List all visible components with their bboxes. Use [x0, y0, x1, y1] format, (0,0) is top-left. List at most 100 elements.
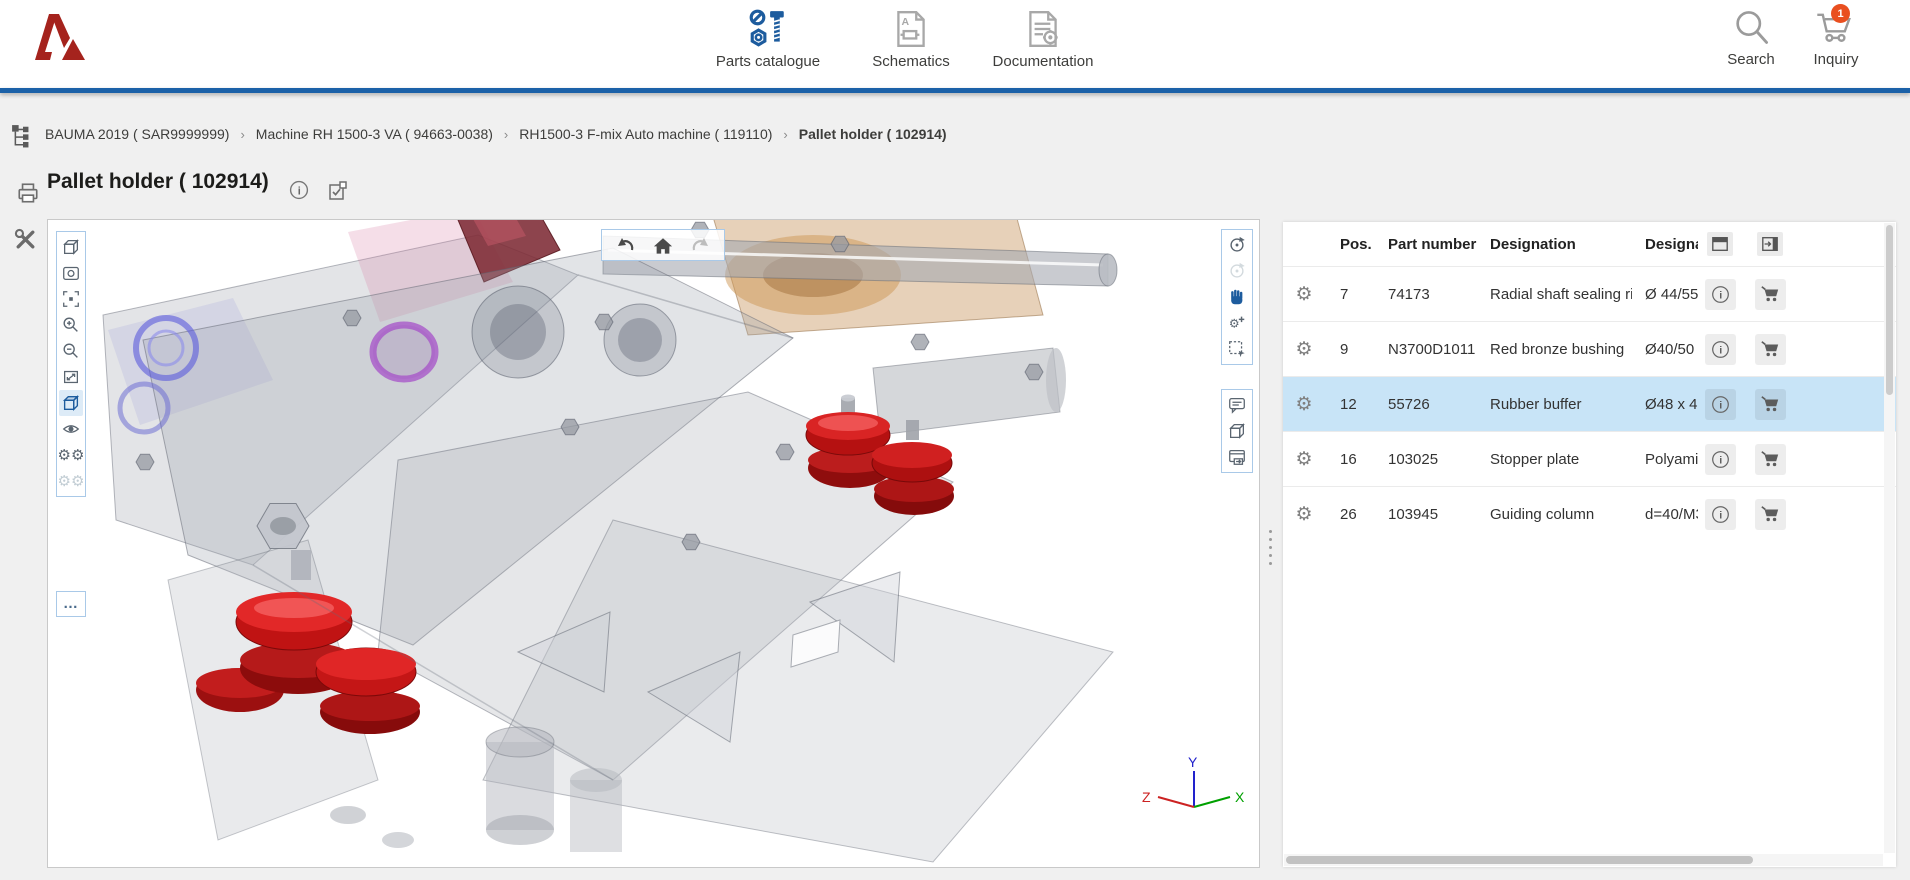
breadcrumb-separator: ›: [783, 127, 787, 142]
row-settings-gear-icon[interactable]: ⚙: [1295, 285, 1312, 304]
row-settings-gear-icon[interactable]: ⚙: [1295, 505, 1312, 524]
svg-text:i: i: [1719, 345, 1722, 356]
axis-z-label: Z: [1142, 789, 1151, 805]
cell-designation-2: Ø40/50 x 5: [1632, 341, 1698, 358]
print-icon[interactable]: [16, 181, 40, 205]
nav-documentation[interactable]: Documentation: [976, 8, 1110, 70]
nav-parts-catalogue[interactable]: Parts catalogue: [703, 8, 833, 70]
row-add-to-cart-button[interactable]: [1755, 279, 1786, 310]
cad-3d-model[interactable]: [48, 220, 1259, 867]
row-info-button[interactable]: i: [1705, 279, 1736, 310]
table-horizontal-scrollbar[interactable]: [1284, 854, 1883, 866]
cell-designation: Rubber buffer: [1477, 396, 1632, 413]
col-header-designation[interactable]: Designation: [1477, 236, 1632, 253]
fit-selection-icon[interactable]: [59, 286, 83, 312]
row-add-to-cart-button[interactable]: [1755, 444, 1786, 475]
zoom-in-icon[interactable]: [59, 312, 83, 338]
breadcrumb-item[interactable]: Machine RH 1500-3 VA ( 94663-0038): [256, 126, 493, 142]
viewer-right-toolbar-nav: ⚙: [1221, 229, 1253, 365]
breadcrumb-separator: ›: [240, 127, 244, 142]
axis-y-label: Y: [1188, 754, 1198, 770]
table-body: ⚙ 7 74173 Radial shaft sealing ring Ø 44…: [1283, 266, 1896, 541]
col-header-designation-2[interactable]: Designation: [1632, 236, 1698, 253]
cell-part-number: N3700D1011: [1377, 341, 1477, 358]
row-settings-gear-icon[interactable]: ⚙: [1295, 450, 1312, 469]
table-vertical-scrollbar[interactable]: [1884, 223, 1895, 853]
breadcrumb-item[interactable]: RH1500-3 F-mix Auto machine ( 119110): [519, 126, 772, 142]
app-header: Parts catalogue A Schematics: [0, 0, 1910, 88]
page-title: Pallet holder ( 102914): [47, 170, 269, 194]
viewer-right-toolbar-tools: [1221, 389, 1253, 473]
annotation-note-icon[interactable]: [1225, 392, 1249, 418]
row-add-to-cart-button[interactable]: [1755, 389, 1786, 420]
row-info-button[interactable]: i: [1705, 334, 1736, 365]
undo-icon[interactable]: [606, 231, 644, 259]
table-row[interactable]: ⚙ 9 N3700D1011 Red bronze bushing Ø40/50…: [1283, 321, 1896, 376]
breadcrumb-item[interactable]: Pallet holder ( 102914): [799, 126, 947, 142]
visibility-eye-icon[interactable]: [59, 416, 83, 442]
parts-table-panel: Pos. Part number Designation Designation…: [1283, 222, 1896, 867]
col-header-part-number[interactable]: Part number: [1377, 236, 1477, 253]
nav-schematics[interactable]: A Schematics: [853, 8, 969, 70]
cell-part-number: 103945: [1377, 506, 1477, 523]
row-settings-gear-icon[interactable]: ⚙: [1295, 340, 1312, 359]
nav-label: Parts catalogue: [716, 53, 820, 70]
company-logo[interactable]: [32, 10, 88, 64]
home-view-icon[interactable]: [644, 231, 682, 259]
orbit-rotate-disabled-icon[interactable]: [1225, 258, 1249, 284]
view-cube-icon[interactable]: [59, 234, 83, 260]
nav-search[interactable]: Search: [1712, 8, 1790, 68]
pan-hand-icon[interactable]: [1225, 284, 1249, 310]
row-info-button[interactable]: i: [1705, 389, 1736, 420]
marquee-select-icon[interactable]: [1225, 336, 1249, 362]
scrollbar-thumb[interactable]: [1886, 225, 1893, 395]
table-row[interactable]: ⚙ 7 74173 Radial shaft sealing ring Ø 44…: [1283, 266, 1896, 321]
zoom-out-icon[interactable]: [59, 338, 83, 364]
accent-line: [0, 88, 1910, 93]
cell-designation-2: Polyamid b: [1632, 451, 1698, 468]
title-info-icon[interactable]: i: [289, 180, 309, 200]
col-header-pos[interactable]: Pos.: [1325, 236, 1377, 253]
search-icon: [1732, 8, 1770, 48]
table-row[interactable]: ⚙ 12 55726 Rubber buffer Ø48 x 49 r i: [1283, 376, 1896, 431]
viewer-left-toolbar: ⚙⚙ ⚙⚙: [56, 231, 86, 497]
cell-part-number: 103025: [1377, 451, 1477, 468]
document-gear-icon: [1022, 8, 1064, 50]
nav-inquiry[interactable]: 1 Inquiry: [1796, 8, 1876, 68]
cell-designation: Guiding column: [1477, 506, 1632, 523]
table-row[interactable]: ⚙ 26 103945 Guiding column d=40/M30 i: [1283, 486, 1896, 541]
table-row[interactable]: ⚙ 16 103025 Stopper plate Polyamid b i: [1283, 431, 1896, 486]
export-view-icon[interactable]: [1225, 444, 1249, 470]
cube-outline-icon[interactable]: [1225, 418, 1249, 444]
screenshot-icon[interactable]: [59, 260, 83, 286]
axis-x-label: X: [1235, 789, 1245, 805]
table-layout-icon[interactable]: [1707, 232, 1733, 256]
structure-tree-icon[interactable]: [11, 124, 35, 148]
cell-pos: 26: [1325, 506, 1377, 523]
orbit-rotate-icon[interactable]: [1225, 232, 1249, 258]
assembly-gears-icon[interactable]: ⚙⚙: [59, 442, 83, 468]
assembly-gears-disabled-icon[interactable]: ⚙⚙: [59, 468, 83, 494]
scrollbar-thumb[interactable]: [1286, 856, 1753, 864]
nav-label: Documentation: [993, 53, 1094, 70]
row-settings-gear-icon[interactable]: ⚙: [1295, 395, 1312, 414]
row-info-button[interactable]: i: [1705, 499, 1736, 530]
cell-pos: 16: [1325, 451, 1377, 468]
svg-text:i: i: [298, 185, 301, 197]
row-info-button[interactable]: i: [1705, 444, 1736, 475]
explode-gears-icon[interactable]: ⚙: [1225, 310, 1249, 336]
row-add-to-cart-button[interactable]: [1755, 334, 1786, 365]
svg-text:i: i: [1719, 510, 1722, 521]
svg-text:A: A: [902, 16, 910, 28]
collapse-panel-icon[interactable]: [1757, 232, 1783, 256]
tools-settings-icon[interactable]: [13, 227, 38, 252]
redo-icon[interactable]: [682, 231, 720, 259]
panel-splitter-handle[interactable]: [1266, 527, 1275, 568]
breadcrumb-item[interactable]: BAUMA 2019 ( SAR9999999): [45, 126, 229, 142]
row-add-to-cart-button[interactable]: [1755, 499, 1786, 530]
viewer-more-button[interactable]: …: [56, 591, 86, 617]
select-document-icon[interactable]: [327, 180, 349, 202]
fit-to-screen-icon[interactable]: [59, 364, 83, 390]
nav-label: Schematics: [872, 53, 950, 70]
transparent-view-icon[interactable]: [59, 390, 83, 416]
